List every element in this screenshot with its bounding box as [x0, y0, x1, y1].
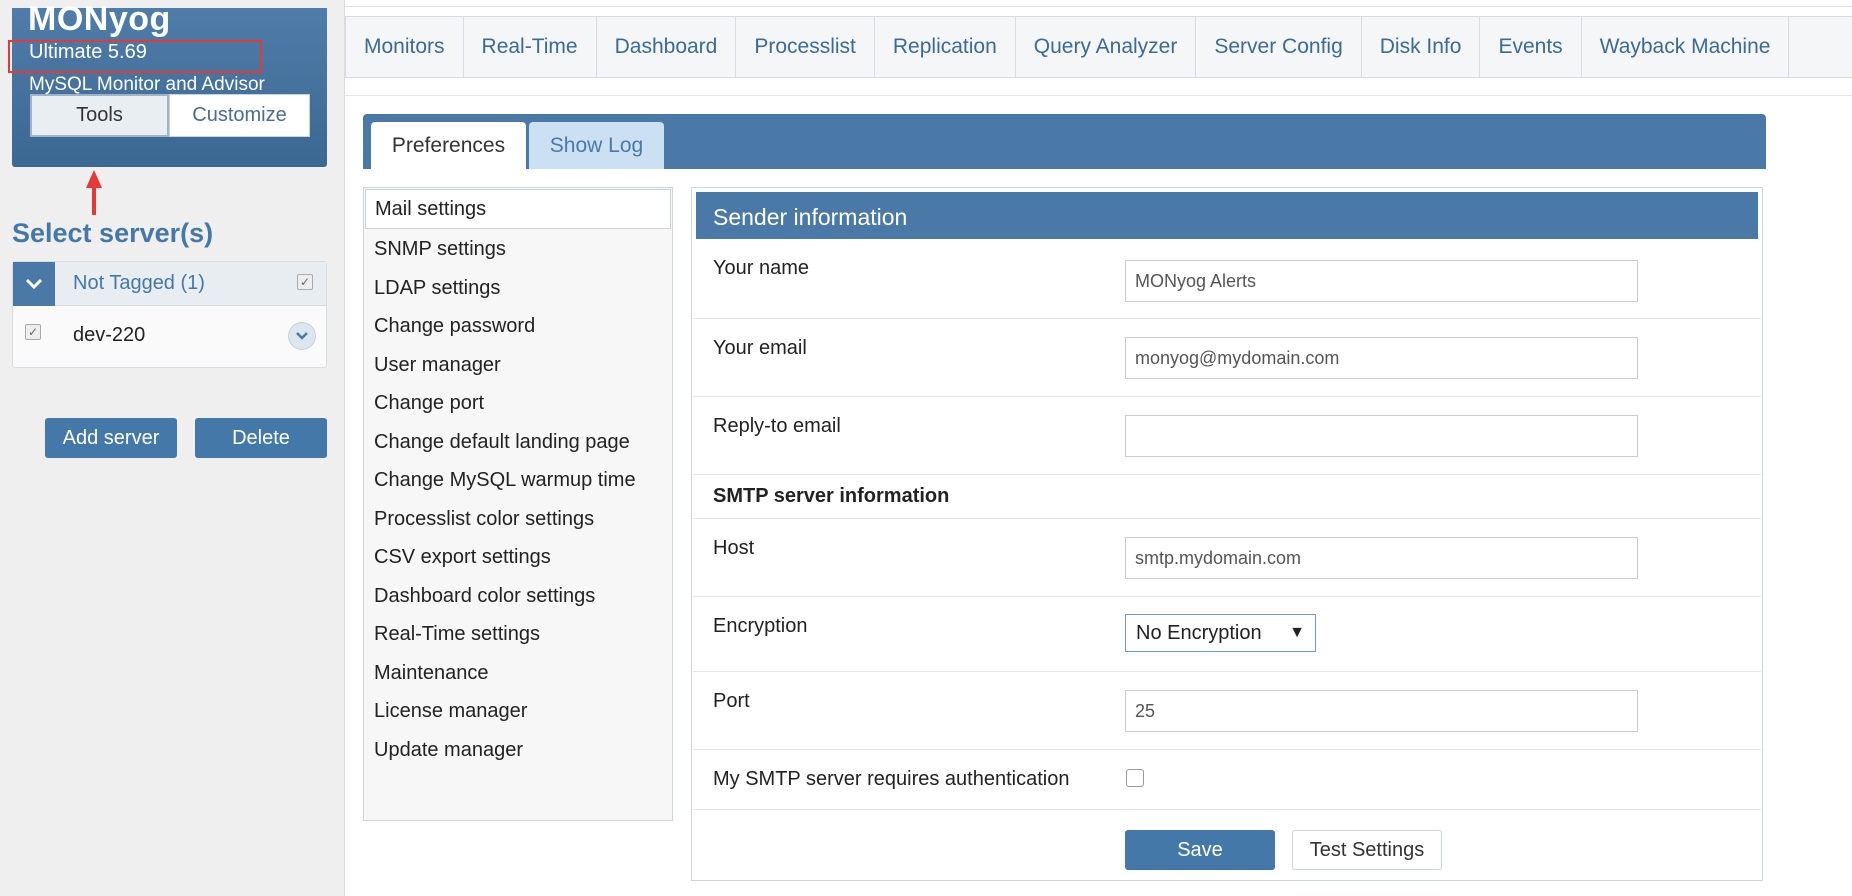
- nav-real-time[interactable]: Real-Time: [464, 17, 597, 77]
- left-sidebar: MONyog Ultimate 5.69 MySQL Monitor and A…: [0, 0, 345, 896]
- server-checkbox[interactable]: ✓: [25, 324, 41, 340]
- form-row-smtp-auth: My SMTP server requires authentication: [693, 750, 1761, 810]
- settings-item-warmup-time[interactable]: Change MySQL warmup time: [374, 469, 636, 492]
- nav-processlist[interactable]: Processlist: [736, 17, 875, 77]
- encryption-label: Encryption: [713, 615, 808, 637]
- server-expand-icon[interactable]: [288, 322, 316, 350]
- host-input[interactable]: smtp.mydomain.com: [1125, 537, 1638, 579]
- dropdown-arrow-icon: ▼: [1289, 624, 1305, 641]
- settings-menu: Mail settings SNMP settings LDAP setting…: [363, 187, 673, 821]
- settings-item-processlist-color[interactable]: Processlist color settings: [374, 508, 594, 531]
- settings-item-change-port[interactable]: Change port: [374, 392, 484, 415]
- delete-server-button[interactable]: Delete: [195, 418, 327, 458]
- form-row-host: Host smtp.mydomain.com: [693, 519, 1761, 597]
- nav-query-analyzer[interactable]: Query Analyzer: [1016, 17, 1197, 77]
- port-label: Port: [713, 690, 750, 712]
- customize-button[interactable]: Customize: [169, 94, 310, 137]
- annotation-arrow-icon: [86, 170, 102, 215]
- settings-item-snmp[interactable]: SNMP settings: [374, 238, 506, 261]
- app-subtitle: MySQL Monitor and Advisor: [29, 74, 265, 95]
- port-input[interactable]: 25: [1125, 690, 1638, 732]
- form-row-your-email: Your email monyog@mydomain.com: [693, 319, 1761, 397]
- form-row-port: Port 25: [693, 672, 1761, 750]
- nav-disk-info[interactable]: Disk Info: [1362, 17, 1481, 77]
- your-name-input[interactable]: MONyog Alerts: [1125, 260, 1638, 302]
- form-header: Sender information: [696, 192, 1758, 239]
- server-group-label: Not Tagged (1): [73, 272, 205, 294]
- nav-server-config[interactable]: Server Config: [1196, 17, 1362, 77]
- test-settings-button[interactable]: Test Settings: [1292, 830, 1442, 870]
- settings-item-maintenance[interactable]: Maintenance: [374, 662, 489, 685]
- group-checkbox[interactable]: ✓: [297, 274, 313, 290]
- form-row-your-name: Your name MONyog Alerts: [693, 240, 1761, 319]
- settings-item-csv-export[interactable]: CSV export settings: [374, 546, 551, 569]
- encryption-select[interactable]: No Encryption ▼: [1125, 614, 1316, 652]
- app-title: MONyog: [28, 0, 171, 38]
- tools-button[interactable]: Tools: [30, 94, 169, 137]
- form-row-encryption: Encryption No Encryption ▼: [693, 597, 1761, 672]
- nav-wayback-machine[interactable]: Wayback Machine: [1582, 17, 1790, 77]
- nav-monitors[interactable]: Monitors: [346, 17, 464, 77]
- your-name-label: Your name: [713, 257, 809, 279]
- settings-item-dashboard-color[interactable]: Dashboard color settings: [374, 585, 595, 608]
- your-email-label: Your email: [713, 337, 807, 359]
- server-item-label[interactable]: dev-220: [73, 324, 145, 347]
- smtp-section-title: SMTP server information: [713, 485, 950, 507]
- encryption-select-value: No Encryption: [1136, 621, 1262, 644]
- chevron-down-icon[interactable]: [13, 262, 55, 306]
- nav-dashboard[interactable]: Dashboard: [597, 17, 737, 77]
- form-row-reply-to: Reply-to email: [693, 397, 1761, 475]
- settings-item-mail[interactable]: Mail settings: [365, 189, 671, 229]
- tab-show-log[interactable]: Show Log: [529, 122, 664, 169]
- host-label: Host: [713, 537, 755, 559]
- divider: [345, 95, 1852, 96]
- brand-panel: MONyog Ultimate 5.69 MySQL Monitor and A…: [12, 0, 327, 167]
- tab-preferences[interactable]: Preferences: [371, 122, 526, 169]
- settings-item-landing-page[interactable]: Change default landing page: [374, 431, 630, 454]
- server-group-row[interactable]: Not Tagged (1) ✓: [13, 262, 326, 306]
- reply-to-label: Reply-to email: [713, 415, 841, 437]
- version-highlight-box: [8, 40, 262, 73]
- your-email-input[interactable]: monyog@mydomain.com: [1125, 337, 1638, 379]
- select-servers-title: Select server(s): [12, 218, 214, 248]
- tab-bar: Preferences Show Log: [363, 114, 1766, 169]
- settings-item-update-manager[interactable]: Update manager: [374, 739, 523, 762]
- nav-replication[interactable]: Replication: [875, 17, 1016, 77]
- settings-item-change-password[interactable]: Change password: [374, 315, 535, 338]
- form-section-smtp: SMTP server information: [693, 475, 1761, 519]
- smtp-auth-checkbox[interactable]: [1126, 769, 1144, 787]
- nav-events[interactable]: Events: [1480, 17, 1582, 77]
- main-nav: Monitors Real-Time Dashboard Processlist…: [345, 16, 1852, 78]
- settings-item-ldap[interactable]: LDAP settings: [374, 277, 500, 300]
- smtp-auth-label: My SMTP server requires authentication: [713, 768, 1070, 790]
- save-button[interactable]: Save: [1125, 830, 1275, 870]
- server-list: Not Tagged (1) ✓ ✓ dev-220: [12, 261, 327, 368]
- add-server-button[interactable]: Add server: [45, 418, 177, 458]
- settings-item-real-time[interactable]: Real-Time settings: [374, 623, 540, 646]
- settings-item-license-manager[interactable]: License manager: [374, 700, 527, 723]
- divider: [344, 0, 345, 896]
- reply-to-input[interactable]: [1125, 415, 1638, 457]
- mail-settings-form: Sender information Your name MONyog Aler…: [691, 187, 1763, 881]
- settings-item-user-manager[interactable]: User manager: [374, 354, 501, 377]
- divider: [345, 6, 1852, 7]
